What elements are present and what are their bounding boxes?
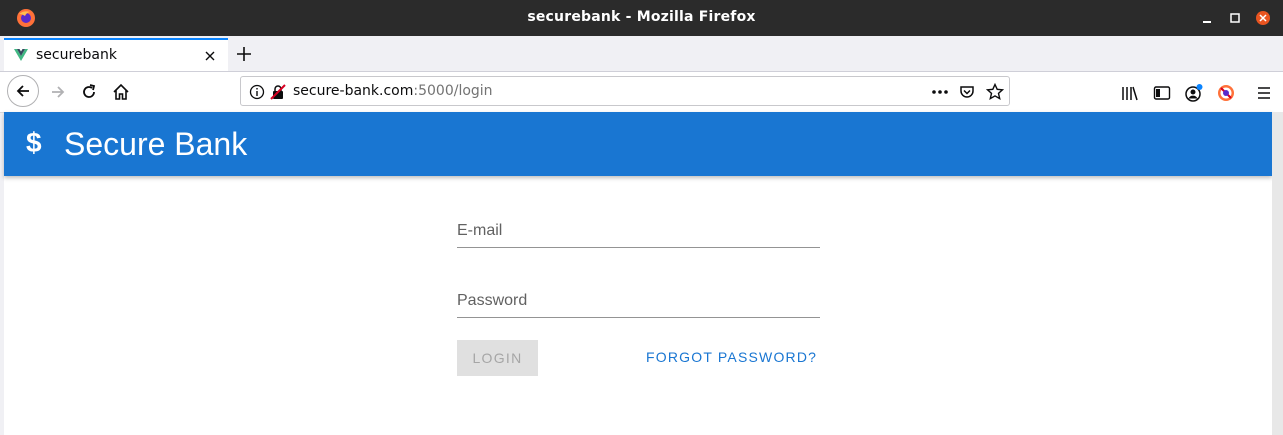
- window-title: securebank - Mozilla Firefox: [527, 9, 756, 25]
- tab-label: securebank: [36, 47, 117, 63]
- url-host: secure-bank.com: [293, 83, 414, 99]
- menu-icon[interactable]: [1254, 83, 1274, 103]
- close-icon[interactable]: [1254, 9, 1272, 27]
- url-text: secure-bank.com:5000/login: [293, 83, 493, 99]
- pocket-icon[interactable]: [957, 82, 977, 102]
- home-icon[interactable]: [107, 78, 135, 106]
- maximize-icon[interactable]: [1226, 9, 1244, 27]
- url-bar[interactable]: secure-bank.com:5000/login: [240, 76, 1010, 106]
- new-tab-icon[interactable]: [234, 44, 254, 64]
- bookmark-star-icon[interactable]: [985, 82, 1005, 102]
- email-field[interactable]: E-mail: [457, 217, 824, 249]
- forgot-password-link[interactable]: FORGOT PASSWORD?: [646, 349, 817, 365]
- sidebar-icon[interactable]: [1152, 83, 1172, 103]
- window-titlebar: securebank - Mozilla Firefox: [0, 0, 1283, 36]
- tab-bar: securebank: [0, 36, 1283, 72]
- tab-close-icon[interactable]: [202, 48, 218, 64]
- login-button[interactable]: LOGIN: [457, 340, 538, 376]
- page-content: $ Secure Bank E-mail Password LOGIN FORG…: [4, 112, 1272, 435]
- tab-securebank[interactable]: securebank: [4, 38, 228, 71]
- forward-icon[interactable]: [44, 78, 72, 106]
- insecure-lock-icon[interactable]: [270, 84, 286, 100]
- minimize-icon[interactable]: [1198, 9, 1216, 27]
- url-path: :5000/login: [413, 83, 493, 99]
- dollar-logo-icon: $: [26, 127, 42, 158]
- info-icon[interactable]: [249, 84, 265, 100]
- email-input[interactable]: [457, 217, 824, 249]
- password-input[interactable]: [457, 287, 824, 319]
- library-icon[interactable]: [1120, 83, 1140, 103]
- password-field[interactable]: Password: [457, 287, 824, 319]
- reload-icon[interactable]: [75, 78, 103, 106]
- page-scrollbar[interactable]: [1272, 112, 1283, 435]
- account-icon[interactable]: [1184, 83, 1204, 103]
- extension-icon[interactable]: [1216, 83, 1236, 103]
- navigation-toolbar: secure-bank.com:5000/login: [0, 72, 1283, 113]
- back-icon[interactable]: [7, 75, 39, 107]
- page-actions-icon[interactable]: [930, 82, 950, 102]
- app-header: $ Secure Bank: [4, 112, 1272, 176]
- vue-favicon-icon: [14, 49, 28, 61]
- app-title: Secure Bank: [64, 126, 248, 162]
